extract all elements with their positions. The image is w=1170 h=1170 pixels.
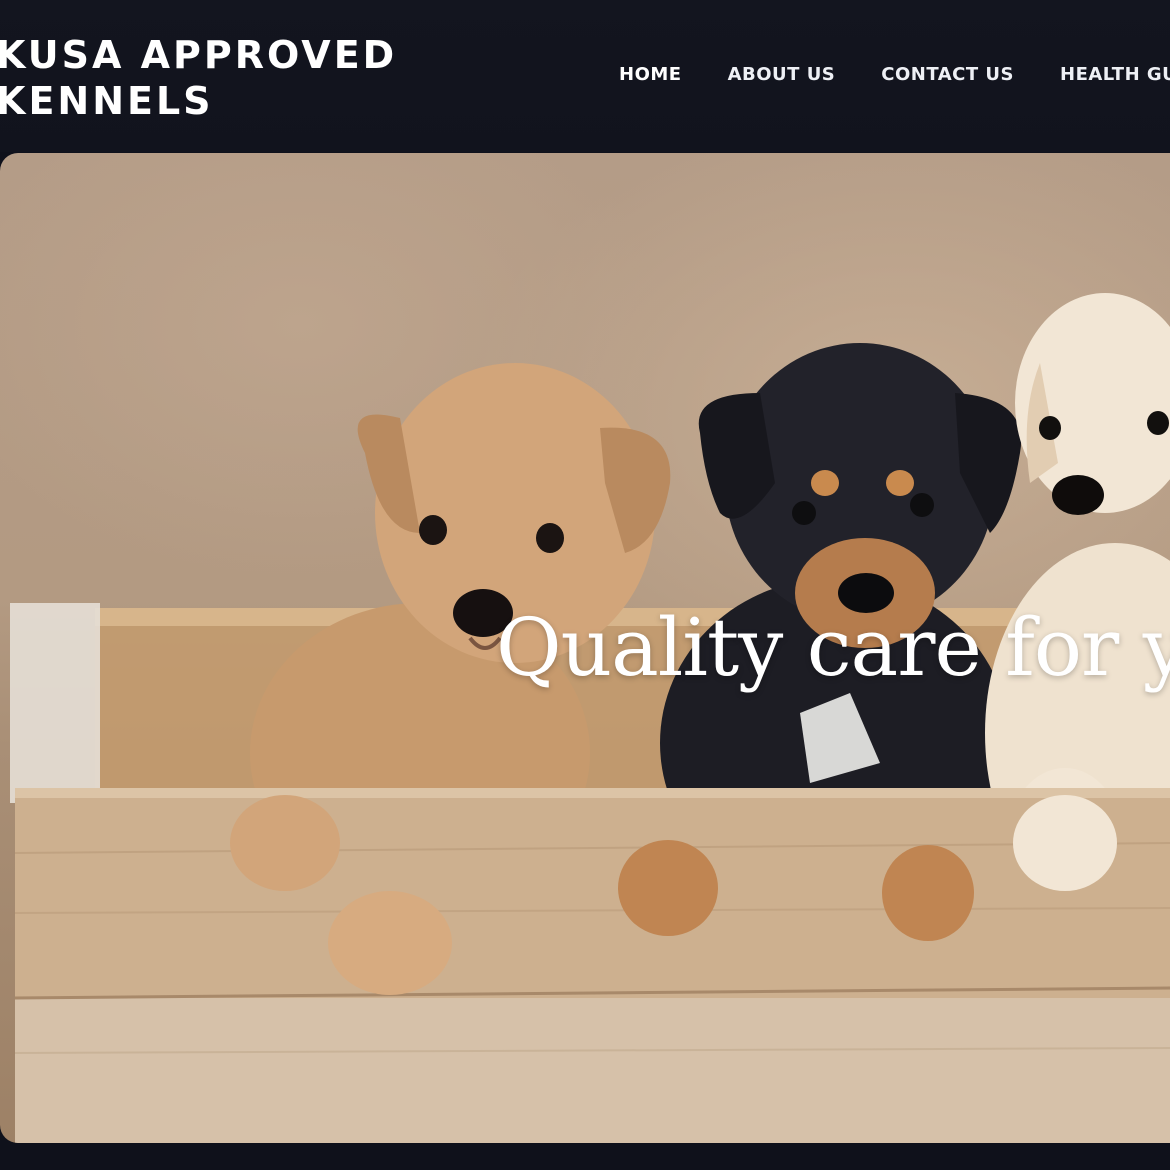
wooden-board <box>15 788 1170 1003</box>
site-header: KUSA APPROVED KENNELS HOME ABOUT US CONT… <box>0 0 1170 152</box>
hero-banner: Quality care for yo <box>0 153 1170 1143</box>
screen-bottom-edge <box>0 1143 1170 1170</box>
hero-headline: Quality care for yo <box>496 601 1170 694</box>
nav-health-guarantee[interactable]: HEALTH GUARA <box>1060 64 1170 85</box>
nav-contact-us[interactable]: CONTACT US <box>881 64 1014 85</box>
brand-line-1: KUSA APPROVED <box>0 33 398 77</box>
nav-about-us[interactable]: ABOUT US <box>728 64 836 85</box>
main-nav: HOME ABOUT US CONTACT US HEALTH GUARA <box>619 64 1170 85</box>
nav-home[interactable]: HOME <box>619 64 682 85</box>
brand-line-2: KENNELS <box>0 79 214 123</box>
brand-logo[interactable]: KUSA APPROVED KENNELS <box>0 32 397 124</box>
